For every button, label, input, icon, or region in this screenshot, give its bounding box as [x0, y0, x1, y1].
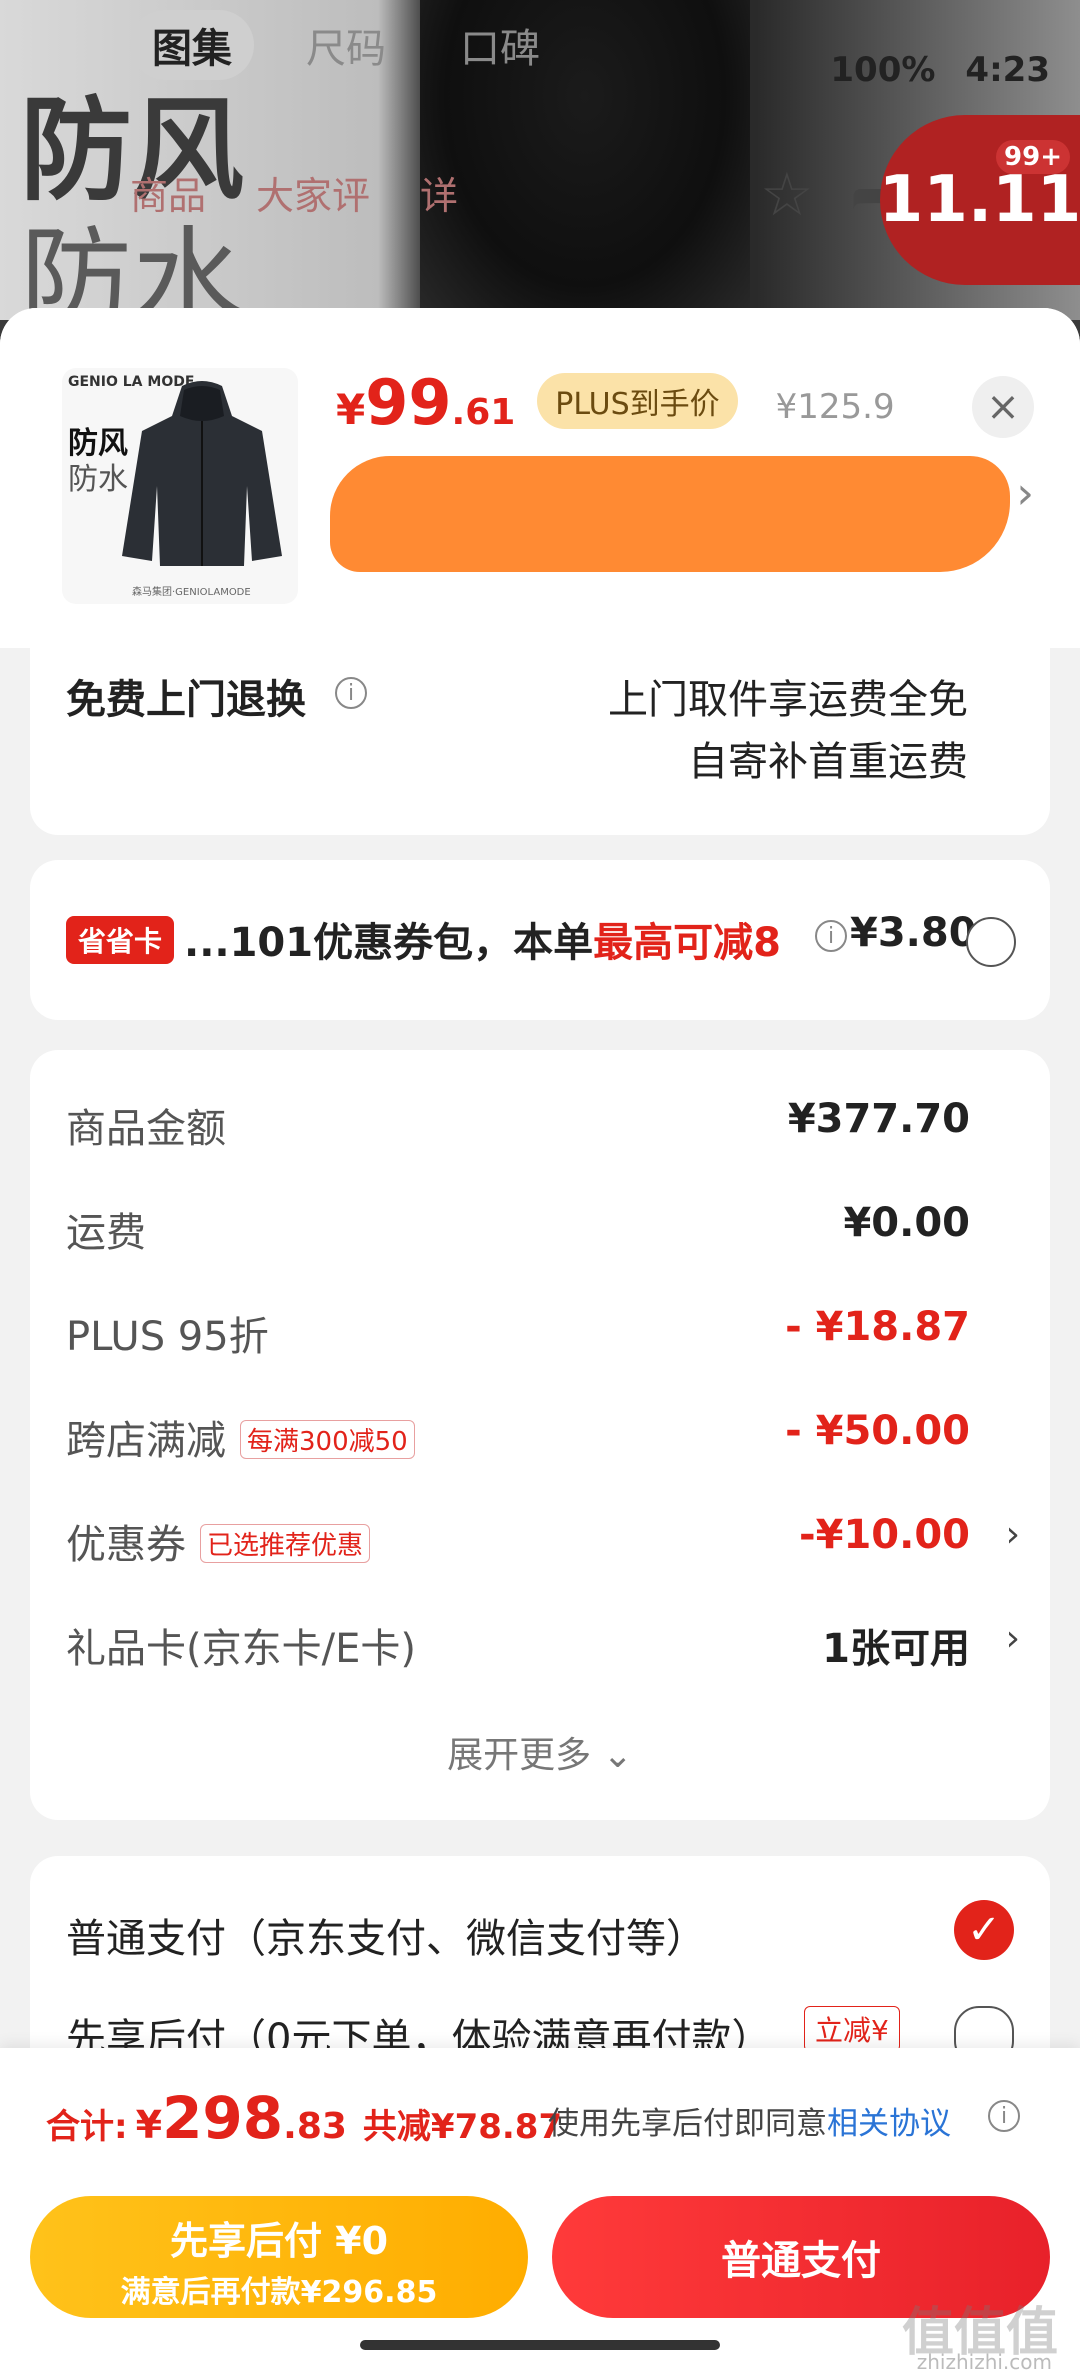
- total-saved: 共减¥78.87: [362, 2107, 563, 2147]
- free-return-line-1: 上门取件享运费全免: [608, 677, 968, 723]
- background-subtabs: 商品 大家评 详: [130, 165, 458, 220]
- price-summary-card: 商品金额 ¥377.70 运费 ¥0.00 PLUS 95折 - ¥18.87 …: [30, 1050, 1050, 1820]
- bnpl-button-line-2: 满意后再付款¥296.85: [120, 2275, 438, 2310]
- chevron-right-icon[interactable]: ›: [1016, 468, 1034, 519]
- payment-option-normal-check[interactable]: ✓: [954, 1900, 1014, 1960]
- summary-value: ¥377.70: [787, 1096, 970, 1142]
- summary-row-gift-card[interactable]: 礼品卡(京东卡/E卡) 1张可用 ›: [66, 1616, 1020, 1676]
- summary-label: 优惠券 已选推荐优惠: [66, 1512, 371, 1570]
- battery-level: 100%: [830, 50, 936, 90]
- summary-row-coupon[interactable]: 优惠券 已选推荐优惠 -¥10.00 ›: [66, 1512, 1020, 1572]
- free-return-line-2: 自寄补首重运费: [688, 739, 968, 785]
- background-gallery-tabs: 图集 尺码 口碑: [130, 10, 562, 80]
- plus-price-tag: PLUS到手价: [537, 373, 738, 429]
- bnpl-pay-button[interactable]: 先享后付 ¥0 满意后再付款¥296.85: [30, 2196, 528, 2318]
- info-icon[interactable]: i: [815, 920, 847, 952]
- coupon-pack-card[interactable]: 省省卡 ...101优惠券包，本单最高可减8 i ¥3.80: [30, 860, 1050, 1020]
- thumbnail-footer: 森马集团·GENIOLAMODE: [132, 587, 251, 598]
- chevron-right-icon: ›: [1005, 1514, 1020, 1555]
- close-button[interactable]: ×: [972, 376, 1034, 438]
- product-header: GENIO LA MODE 防风 防水 森马集团·GENIOLAMODE ¥ 9…: [0, 308, 1080, 648]
- total-currency: ¥: [135, 2103, 163, 2147]
- tab-size: 尺码: [306, 26, 386, 72]
- agreement-text: 使用先享后付即同意: [548, 2106, 827, 2142]
- promo-badge: 11.11 99+: [878, 115, 1080, 285]
- coupon-selected-tag: 已选推荐优惠: [200, 1523, 371, 1563]
- original-price: ¥125.9: [775, 387, 895, 427]
- summary-label: 跨店满减 每满300减50: [66, 1408, 415, 1466]
- summary-label-text: 优惠券: [66, 1522, 186, 1568]
- coupon-pack-price: ¥3.80: [850, 910, 977, 956]
- price-currency: ¥: [336, 385, 366, 434]
- coupon-pack-highlight: 最高可减8: [593, 920, 781, 966]
- coupon-pack-radio[interactable]: [966, 917, 1016, 967]
- home-indicator[interactable]: [360, 2340, 720, 2350]
- summary-value: - ¥18.87: [785, 1304, 970, 1350]
- star-icon: ☆: [760, 160, 814, 230]
- summary-label-text: 跨店满减: [66, 1418, 226, 1464]
- price-integer: 99: [365, 366, 452, 439]
- bnpl-button-line-1: 先享后付 ¥0: [169, 2219, 389, 2263]
- tab-gallery: 图集: [130, 10, 254, 80]
- total-label: 合计:: [46, 2107, 128, 2147]
- promo-badge-count: 99+: [996, 140, 1070, 174]
- payment-option-normal[interactable]: 普通支付（京东支付、微信支付等）: [66, 1906, 706, 1964]
- summary-row-shipping: 运费 ¥0.00: [66, 1200, 970, 1260]
- info-icon[interactable]: i: [335, 677, 367, 709]
- normal-pay-label: 普通支付: [721, 2238, 881, 2284]
- total-row: 合计: ¥ 298 .83 共减¥78.87: [46, 2084, 562, 2152]
- product-thumbnail[interactable]: GENIO LA MODE 防风 防水 森马集团·GENIOLAMODE: [62, 368, 298, 604]
- subtab-details: 详: [420, 174, 459, 218]
- coupon-pack-prefix: ...101优惠券包，本单: [184, 920, 594, 966]
- redacted-product-title[interactable]: [330, 456, 1010, 572]
- status-bar: 100% 4:23: [830, 50, 1050, 90]
- summary-value: 1张可用: [822, 1626, 970, 1672]
- chevron-right-icon: ›: [1005, 1618, 1020, 1659]
- background-product-page: 防风 防水 图集 尺码 口碑 商品 大家评 详 100% 4:23 ☆ ➦ 11…: [0, 0, 1080, 346]
- summary-value: ¥0.00: [843, 1200, 970, 1246]
- saver-card-badge: 省省卡: [66, 916, 175, 964]
- tab-reputation: 口碑: [460, 26, 540, 72]
- summary-label: 礼品卡(京东卡/E卡): [66, 1626, 416, 1672]
- summary-label: 商品金额: [66, 1106, 226, 1152]
- clock: 4:23: [965, 50, 1050, 90]
- summary-value: -¥10.00: [799, 1512, 970, 1558]
- expand-more-button[interactable]: 展开更多 ⌄: [30, 1726, 1050, 1778]
- bnpl-discount-tag: 立减¥: [804, 2006, 900, 2052]
- agreement-link[interactable]: 相关协议: [827, 2106, 951, 2142]
- expand-more-label: 展开更多: [447, 1735, 592, 1776]
- watermark-url: zhizhizhi.com: [916, 2350, 1052, 2374]
- subtab-reviews: 大家评: [256, 174, 371, 218]
- info-icon[interactable]: i: [988, 2100, 1020, 2132]
- free-return-label: 免费上门退换: [66, 677, 306, 723]
- check-icon: ✓: [967, 1907, 1001, 1953]
- price-row: ¥ 99 .61 PLUS到手价 ¥125.9: [336, 366, 895, 439]
- close-icon: ×: [986, 384, 1020, 430]
- total-integer: 298: [162, 2084, 284, 2152]
- subtab-product: 商品: [130, 174, 207, 218]
- jacket-image: [122, 381, 282, 566]
- summary-row-goods: 商品金额 ¥377.70: [66, 1096, 970, 1156]
- summary-label: PLUS 95折: [66, 1314, 269, 1360]
- total-decimal: .83: [283, 2106, 347, 2147]
- price-decimal: .61: [451, 392, 516, 433]
- summary-label: 运费: [66, 1210, 146, 1256]
- free-return-card: 免费上门退换 i 上门取件享运费全免 自寄补首重运费: [30, 643, 1050, 835]
- bnpl-agreement: 使用先享后付即同意相关协议: [548, 2098, 951, 2143]
- summary-row-cross-store: 跨店满减 每满300减50 - ¥50.00: [66, 1408, 970, 1468]
- summary-row-plus-discount: PLUS 95折 - ¥18.87: [66, 1304, 970, 1364]
- coupon-pack-text: ...101优惠券包，本单最高可减8: [184, 910, 781, 968]
- summary-value: - ¥50.00: [785, 1408, 970, 1454]
- chevron-down-icon: ⌄: [602, 1735, 633, 1776]
- promo-badge-text: 11.11: [878, 163, 1080, 237]
- cross-store-tag: 每满300减50: [240, 1419, 415, 1459]
